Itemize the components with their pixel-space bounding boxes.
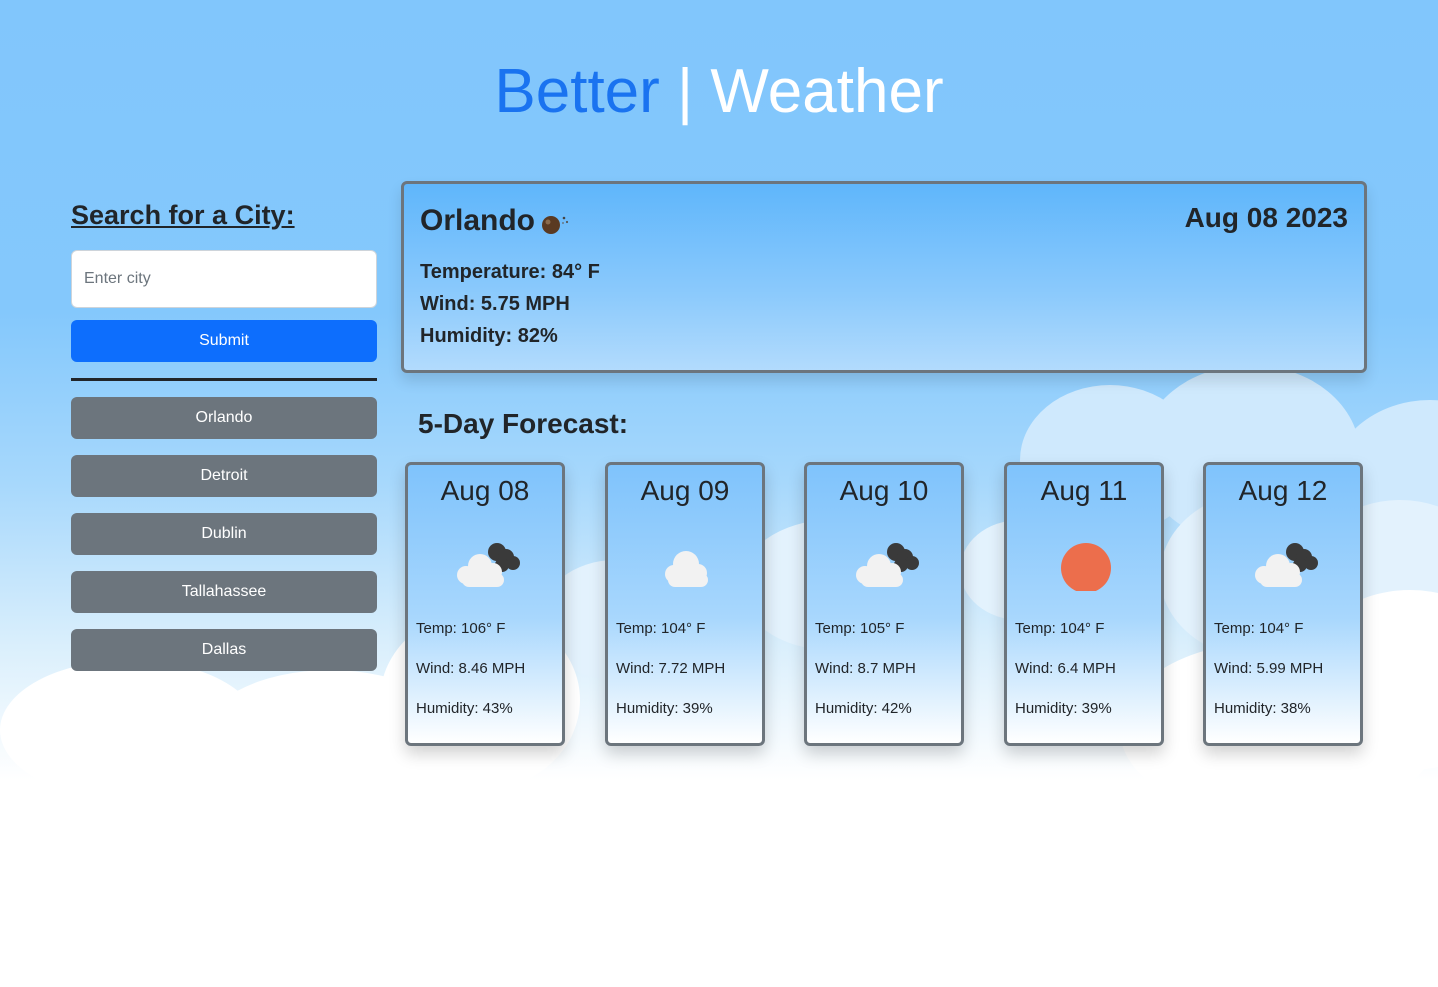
forecast-card: Aug 09 Temp: 104° F Wind: 7.72 MPH Humid… bbox=[605, 462, 765, 746]
broken-clouds-icon bbox=[856, 543, 919, 587]
forecast-heading: 5-Day Forecast: bbox=[418, 408, 629, 439]
current-wind: Wind: 5.75 MPH bbox=[420, 293, 570, 315]
forecast-wind: Wind: 8.46 MPH bbox=[416, 660, 526, 677]
forecast-humidity: Humidity: 39% bbox=[1015, 700, 1112, 717]
history-button-tallahassee[interactable]: Tallahassee bbox=[71, 571, 377, 613]
forecast-wind: Wind: 7.72 MPH bbox=[616, 660, 726, 677]
forecast-card: Aug 08 Temp: 106° F Wind: 8.46 MPH Humid… bbox=[405, 462, 565, 746]
forecast-card: Aug 11 Temp: 104° F Wind: 6.4 MPH Humidi… bbox=[1004, 462, 1164, 746]
forecast-humidity: Humidity: 42% bbox=[815, 700, 912, 717]
forecast-humidity: Humidity: 43% bbox=[416, 700, 513, 717]
forecast-date: Aug 10 bbox=[839, 475, 929, 506]
broken-clouds-icon bbox=[1255, 543, 1318, 587]
forecast-date: Aug 08 bbox=[440, 475, 530, 506]
history-button-dublin[interactable]: Dublin bbox=[71, 513, 377, 555]
search-sidebar: Search for a City: Submit Orlando Detroi… bbox=[71, 196, 377, 687]
current-weather-card: Orlando Aug 08 2023 Temperature: 84° F W… bbox=[401, 181, 1367, 373]
forecast-temp: Temp: 104° F bbox=[1214, 620, 1304, 637]
submit-button[interactable]: Submit bbox=[71, 320, 377, 362]
current-humidity: Humidity: 82% bbox=[420, 325, 558, 347]
forecast-card: Aug 12 Temp: 104° F Wind: 5.99 MPH Humid… bbox=[1203, 462, 1363, 746]
forecast-date: Aug 11 bbox=[1040, 475, 1128, 506]
forecast-date: Aug 09 bbox=[640, 475, 730, 506]
forecast-temp: Temp: 106° F bbox=[416, 620, 506, 637]
cloud-icon bbox=[665, 551, 708, 587]
sidebar-divider bbox=[71, 378, 377, 381]
brand-better: Better bbox=[494, 57, 660, 126]
brand-separator: | bbox=[677, 57, 694, 126]
forecast-wind: Wind: 6.4 MPH bbox=[1015, 660, 1116, 677]
forecast-wind: Wind: 5.99 MPH bbox=[1214, 660, 1324, 677]
broken-clouds-icon bbox=[457, 543, 520, 587]
forecast-humidity: Humidity: 39% bbox=[616, 700, 713, 717]
brand-weather: Weather bbox=[710, 57, 944, 126]
current-temperature: Temperature: 84° F bbox=[420, 261, 600, 283]
bomb-icon bbox=[542, 216, 569, 234]
sun-icon bbox=[1061, 543, 1111, 591]
forecast-date: Aug 12 bbox=[1238, 475, 1328, 506]
forecast-humidity: Humidity: 38% bbox=[1214, 700, 1311, 717]
current-stats: Temperature: 84° F Wind: 5.75 MPH Humidi… bbox=[420, 256, 600, 352]
city-search-input[interactable] bbox=[71, 250, 377, 308]
history-button-detroit[interactable]: Detroit bbox=[71, 455, 377, 497]
forecast-temp: Temp: 104° F bbox=[616, 620, 706, 637]
forecast-card: Aug 10 Temp: 105° F Wind: 8.7 MPH Humidi… bbox=[804, 462, 964, 746]
app-title: Better | Weather bbox=[0, 52, 1438, 132]
forecast-temp: Temp: 104° F bbox=[1015, 620, 1105, 637]
history-button-dallas[interactable]: Dallas bbox=[71, 629, 377, 671]
current-date: Aug 08 2023 bbox=[1184, 202, 1348, 233]
forecast-temp: Temp: 105° F bbox=[815, 620, 905, 637]
current-city-name: Orlando bbox=[420, 204, 536, 237]
search-heading: Search for a City: bbox=[71, 200, 295, 230]
forecast-wind: Wind: 8.7 MPH bbox=[815, 660, 916, 677]
search-history-list: Orlando Detroit Dublin Tallahassee Dalla… bbox=[71, 397, 377, 671]
history-button-orlando[interactable]: Orlando bbox=[71, 397, 377, 439]
